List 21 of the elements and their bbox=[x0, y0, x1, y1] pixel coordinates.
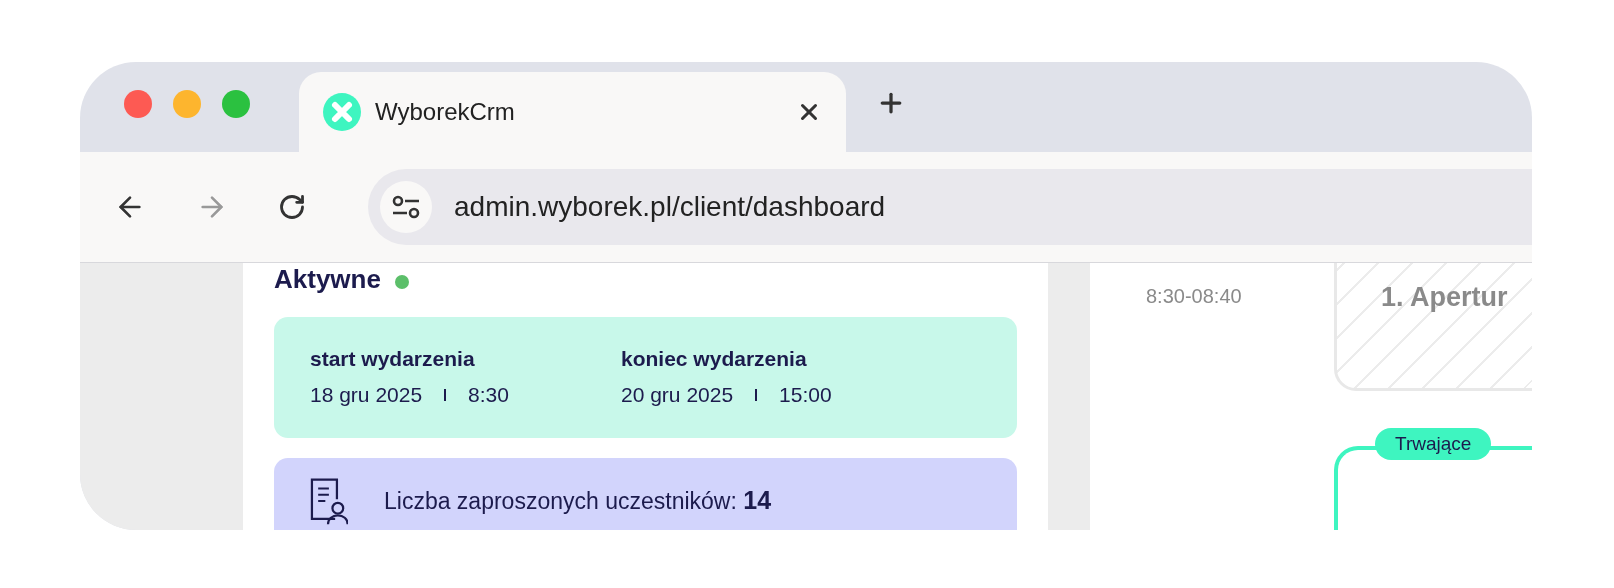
participants-text: Liczba zaproszonych uczestników: 14 bbox=[384, 486, 772, 515]
session-time: 8:30-08:40 bbox=[1146, 285, 1243, 308]
session-card[interactable]: Trwające bbox=[1334, 428, 1532, 530]
tab-title: WyborekCrm bbox=[375, 98, 516, 126]
date-label: koniec wydarzenia bbox=[621, 347, 808, 371]
time-value: 8:30 bbox=[468, 383, 509, 407]
session-title: 1. Apertur bbox=[1381, 282, 1508, 312]
favicon-icon bbox=[323, 93, 361, 131]
status-dot bbox=[394, 275, 409, 289]
url-text: admin.wyborek.pl/client/dashboard bbox=[454, 191, 886, 223]
date-label: start wydarzenia bbox=[310, 347, 476, 371]
site-settings-icon[interactable] bbox=[380, 181, 432, 233]
time-value: 15:00 bbox=[779, 383, 832, 407]
reload-icon[interactable] bbox=[278, 193, 306, 221]
date-value: 18 gru 2025 bbox=[310, 383, 423, 407]
address-bar[interactable]: admin.wyborek.pl/client/dashboard bbox=[368, 169, 1532, 245]
document-person-icon bbox=[308, 476, 348, 526]
status-badge: Trwające bbox=[1375, 428, 1492, 460]
date-value: 20 gru 2025 bbox=[621, 383, 734, 407]
status-text: Aktywne bbox=[274, 263, 381, 295]
browser-tab[interactable]: WyborekCrm bbox=[299, 72, 846, 152]
